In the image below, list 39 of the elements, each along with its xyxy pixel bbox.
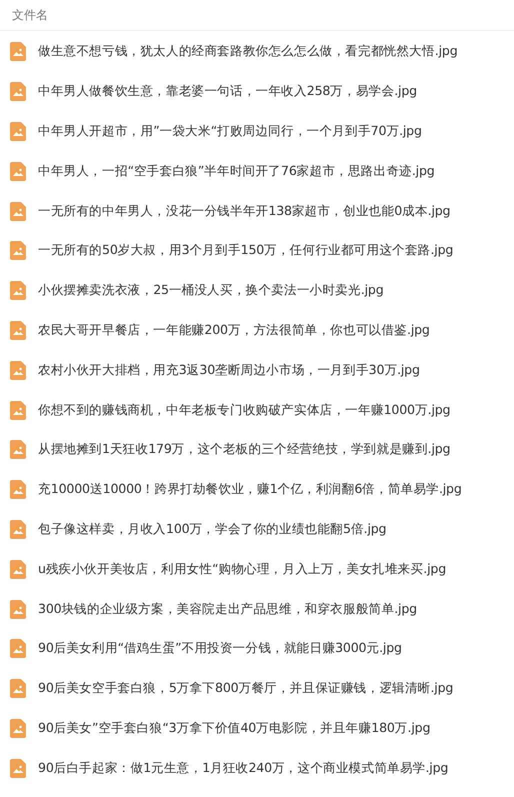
file-name[interactable]: 你想不到的赚钱商机，中年老板专门收购破产实体店，一年赚1000万.jpg — [38, 400, 450, 420]
file-name[interactable]: 90后美女利用“借鸡生蛋”不用投资一分钱，就能日赚3000元.jpg — [38, 639, 402, 658]
image-file-icon — [10, 400, 26, 420]
image-file-icon — [10, 758, 26, 778]
image-file-icon — [10, 520, 26, 539]
image-file-icon — [10, 440, 26, 460]
file-name[interactable]: 充10000送10000！跨界打劫餐饮业，赚1个亿，利润翻6倍，简单易学.jpg — [38, 480, 462, 500]
file-name[interactable]: 农民大哥开早餐店，一年能赚200万，方法很简单，你也可以借鉴.jpg — [38, 321, 430, 340]
file-name[interactable]: 中年男人，一招“空手套白狼”半年时间开了76家超市，思路出奇迹.jpg — [38, 162, 435, 181]
image-file-icon — [10, 241, 26, 260]
image-file-icon — [10, 480, 26, 500]
file-name[interactable]: 农村小伙开大排档，用充3返30垄断周边小市场，一月到手30万.jpg — [38, 360, 420, 380]
file-name[interactable]: 小伙摆摊卖洗衣液，25一桶没人买，换个卖法一小时卖光.jpg — [38, 281, 384, 300]
image-file-icon — [10, 42, 26, 62]
image-file-icon — [10, 718, 26, 738]
file-name[interactable]: 一无所有的50岁大叔，用3个月到手150万，任何行业都可用这个套路.jpg — [38, 241, 454, 260]
image-file-icon — [10, 360, 26, 380]
image-file-icon — [10, 82, 26, 102]
image-file-icon — [10, 560, 26, 579]
file-name[interactable]: u残疾小伙开美妆店，利用女性“购物心理，月入上万，美女扎堆来买.jpg — [38, 560, 446, 579]
file-name[interactable]: 300块钱的企业级方案，美容院走出产品思维，和穿衣服般简单.jpg — [38, 600, 417, 618]
column-header[interactable]: 文件名 — [12, 6, 48, 24]
file-name[interactable]: 90后白手起家：做1元生意，1月狂收240万，这个商业模式简单易学.jpg — [38, 758, 448, 778]
file-name[interactable]: 中年男人开超市，用”一袋大米“打败周边同行，一个月到手70万.jpg — [38, 122, 422, 141]
image-file-icon — [10, 320, 26, 340]
image-file-icon — [10, 162, 26, 181]
image-file-icon — [10, 281, 26, 300]
image-file-icon — [10, 639, 26, 658]
image-file-icon — [10, 679, 26, 698]
image-file-icon — [10, 202, 26, 221]
file-name[interactable]: 包子像这样卖，月收入100万，学会了你的业绩也能翻5倍.jpg — [38, 520, 386, 539]
file-name[interactable]: 90后美女空手套白狼，5万拿下800万餐厅，并且保证赚钱，逻辑清晰.jpg — [38, 679, 454, 698]
file-name[interactable]: 一无所有的中年男人，没花一分钱半年开138家超市，创业也能0成本.jpg — [38, 202, 450, 221]
image-file-icon — [10, 600, 26, 619]
file-name[interactable]: 做生意不想亏钱，犹太人的经商套路教你怎么怎么做，看完都恍然大悟.jpg — [38, 42, 458, 62]
file-name[interactable]: 中年男人做餐饮生意，靠老婆一句话，一年收入258万，易学会.jpg — [38, 82, 417, 102]
image-file-icon — [10, 122, 26, 141]
file-name[interactable]: 90后美女”空手套白狼“3万拿下价值40万电影院，并且年赚180万.jpg — [38, 719, 430, 738]
file-name[interactable]: 从摆地摊到1天狂收179万，这个老板的三个经营绝技，学到就是赚到.jpg — [38, 440, 450, 460]
